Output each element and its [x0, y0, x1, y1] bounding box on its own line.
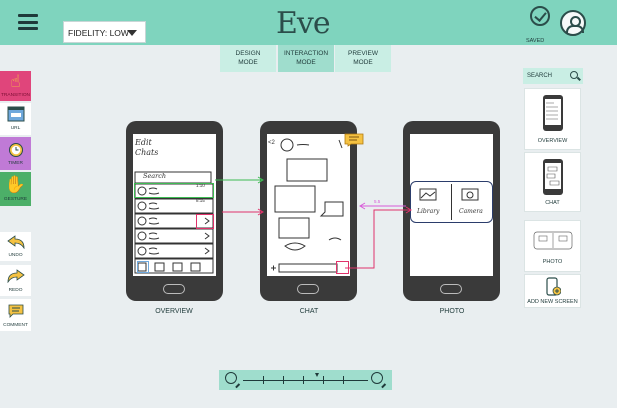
fidelity-select[interactable]: FIDELITY: LOW	[63, 21, 146, 43]
redo-button[interactable]: REDO	[0, 265, 31, 296]
tab-label-line1: PREVIEW	[348, 50, 378, 57]
add-new-screen-button[interactable]: ADD NEW SCREEN	[524, 274, 581, 308]
overview-search-text: Search	[143, 172, 167, 180]
row-time: 8:15	[196, 198, 205, 203]
undo-button[interactable]: UNDO	[0, 232, 31, 261]
user-avatar-icon[interactable]	[560, 10, 586, 36]
tool-label: URL	[10, 126, 21, 131]
undo-arrow-icon	[0, 232, 31, 252]
zoom-out-icon[interactable]	[225, 372, 237, 384]
photo-sketch	[419, 188, 479, 201]
hamburger-menu-icon[interactable]	[18, 14, 38, 30]
tab-label-line1: DESIGN	[235, 50, 261, 57]
tab-label-line2: MODE	[296, 59, 316, 66]
search-label: SEARCH	[527, 73, 553, 79]
phone-screen: Library Camera	[410, 134, 493, 276]
home-button	[297, 284, 319, 294]
tool-label: TIMER	[8, 161, 23, 166]
app-logo: Eve	[276, 6, 331, 41]
gesture-tool[interactable]: ✋ GESTURE	[0, 172, 31, 206]
zoom-in-icon[interactable]	[371, 372, 383, 384]
screen-card-chat[interactable]: CHAT	[524, 152, 581, 212]
screen-search-box[interactable]: SEARCH	[523, 68, 583, 84]
card-label: PHOTO	[542, 259, 563, 265]
comment-button[interactable]: COMMENT	[0, 299, 31, 331]
zoom-handle[interactable]	[315, 373, 319, 377]
redo-arrow-icon	[0, 265, 31, 287]
add-screen-icon	[545, 277, 561, 296]
alarm-clock-icon	[0, 137, 31, 160]
tool-label: REDO	[8, 288, 23, 293]
library-option[interactable]: Library	[417, 208, 439, 215]
screen-card-photo[interactable]: PHOTO	[524, 220, 581, 272]
screen-card-overview[interactable]: OVERVIEW	[524, 88, 581, 150]
card-label: CHAT	[545, 200, 560, 206]
comment-icon	[0, 299, 31, 322]
home-button	[163, 284, 185, 294]
tool-label: UNDO	[8, 253, 23, 258]
home-button	[440, 284, 462, 294]
card-label: OVERVIEW	[537, 138, 568, 144]
two-hands-icon: ✋	[4, 174, 27, 194]
hand-pointer-icon: ☝	[10, 72, 21, 91]
zoom-track[interactable]	[243, 380, 368, 381]
card-label: ADD NEW SCREEN	[527, 299, 578, 305]
chat-camera-highlight[interactable]	[336, 261, 349, 274]
tab-design-mode[interactable]: DESIGN MODE	[220, 45, 276, 72]
chat-sketch	[271, 138, 344, 273]
timer-tool[interactable]: TIMER	[0, 137, 31, 170]
phone-overview[interactable]: Edit Chats Search 1:10 8:15	[126, 121, 223, 301]
phone-thumbnail-icon	[542, 159, 563, 195]
checkmark-icon	[530, 6, 550, 26]
transition-tool[interactable]: ☝ TRANSITION	[0, 71, 31, 101]
arrowhead-magenta	[359, 202, 366, 210]
overview-edit-label: Edit	[135, 138, 152, 147]
overview-chats-title: Chats	[135, 148, 159, 157]
screen-caption: PHOTO	[439, 308, 465, 315]
photo-thumbnail-icon	[533, 231, 572, 250]
zoom-slider[interactable]	[219, 370, 392, 390]
tab-label-line1: INTERACTION	[283, 50, 329, 57]
phone-thumbnail-icon	[542, 95, 563, 131]
url-tool[interactable]: URL	[0, 103, 31, 135]
screen-caption: OVERVIEW	[155, 308, 193, 315]
chevron-down-icon	[127, 30, 137, 36]
photo-options-sheet: Library Camera	[410, 181, 493, 223]
phone-screen: <2	[267, 134, 350, 276]
app-window: FIDELITY: LOW Eve SAVED DESIGN MODE INTE…	[0, 0, 617, 408]
connector-label: 5.5	[374, 199, 381, 204]
phone-chat[interactable]: <2	[260, 121, 357, 301]
tab-preview-mode[interactable]: PREVIEW MODE	[335, 45, 391, 72]
tab-label-line2: MODE	[353, 59, 373, 66]
browser-window-icon	[0, 103, 31, 125]
overview-tab-highlight[interactable]	[137, 261, 149, 273]
phone-photo[interactable]: Library Camera	[403, 121, 500, 301]
camera-option[interactable]: Camera	[459, 208, 483, 215]
phone-screen: Edit Chats Search 1:10 8:15	[133, 134, 216, 276]
tool-label: COMMENT	[3, 323, 28, 328]
tab-interaction-mode[interactable]: INTERACTION MODE	[278, 45, 334, 72]
chat-comment-marker-icon[interactable]	[344, 133, 364, 147]
fidelity-select-label: FIDELITY: LOW	[68, 28, 129, 38]
top-bar: FIDELITY: LOW Eve SAVED	[0, 0, 617, 45]
overview-row-highlight-red[interactable]	[196, 214, 214, 229]
saved-label: SAVED	[526, 38, 545, 44]
tool-label: TRANSITION	[0, 93, 31, 98]
tool-label: GESTURE	[3, 197, 28, 202]
saved-status[interactable]: SAVED	[526, 6, 551, 44]
overview-row-highlight-green[interactable]	[134, 183, 214, 198]
screen-caption: CHAT	[299, 308, 319, 315]
search-icon	[570, 71, 578, 79]
chat-back-link[interactable]: <2	[268, 140, 275, 146]
tab-label-line2: MODE	[238, 59, 258, 66]
